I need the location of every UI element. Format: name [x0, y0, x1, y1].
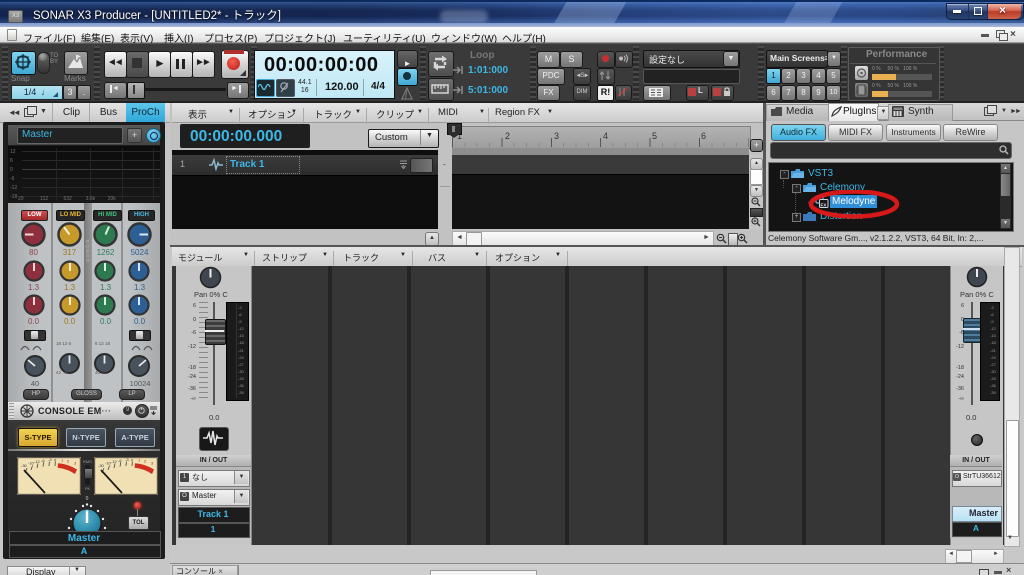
- svg-text:-30: -30: [98, 463, 105, 468]
- svg-text:-30: -30: [21, 463, 28, 468]
- svg-text:-12: -12: [34, 459, 41, 464]
- svg-text:-12: -12: [111, 459, 118, 464]
